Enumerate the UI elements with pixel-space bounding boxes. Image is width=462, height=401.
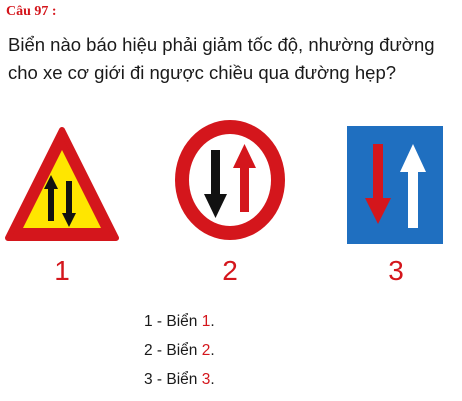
circle-priority-oncoming-icon [175,120,285,240]
answer-prefix: 1 - Biển [144,313,202,330]
answer-prefix: 2 - Biển [144,342,202,359]
sign-3[interactable] [347,126,443,244]
answer-prefix: 3 - Biển [144,371,202,388]
answer-suffix: . [210,342,215,359]
sign-1-label: 1 [54,255,70,286]
triangle-two-way-arrows-icon [5,127,119,241]
answer-option-3[interactable]: 3 - Biển 3. [144,369,215,398]
sign-2-label: 2 [222,255,238,286]
answer-list: 1 - Biển 1. 2 - Biển 2. 3 - Biển 3. [144,311,215,398]
answer-option-1[interactable]: 1 - Biển 1. [144,311,215,340]
answer-suffix: . [210,371,215,388]
question-number: Câu 97 : [6,4,57,19]
answer-suffix: . [210,313,215,330]
answer-option-2[interactable]: 2 - Biển 2. [144,340,215,369]
sign-2[interactable] [172,114,288,254]
sign-1[interactable] [4,124,120,244]
sign-3-label: 3 [388,255,404,286]
question-text: Biển nào báo hiệu phải giảm tốc độ, nhườ… [8,34,435,83]
square-priority-over-oncoming-icon [347,126,443,244]
